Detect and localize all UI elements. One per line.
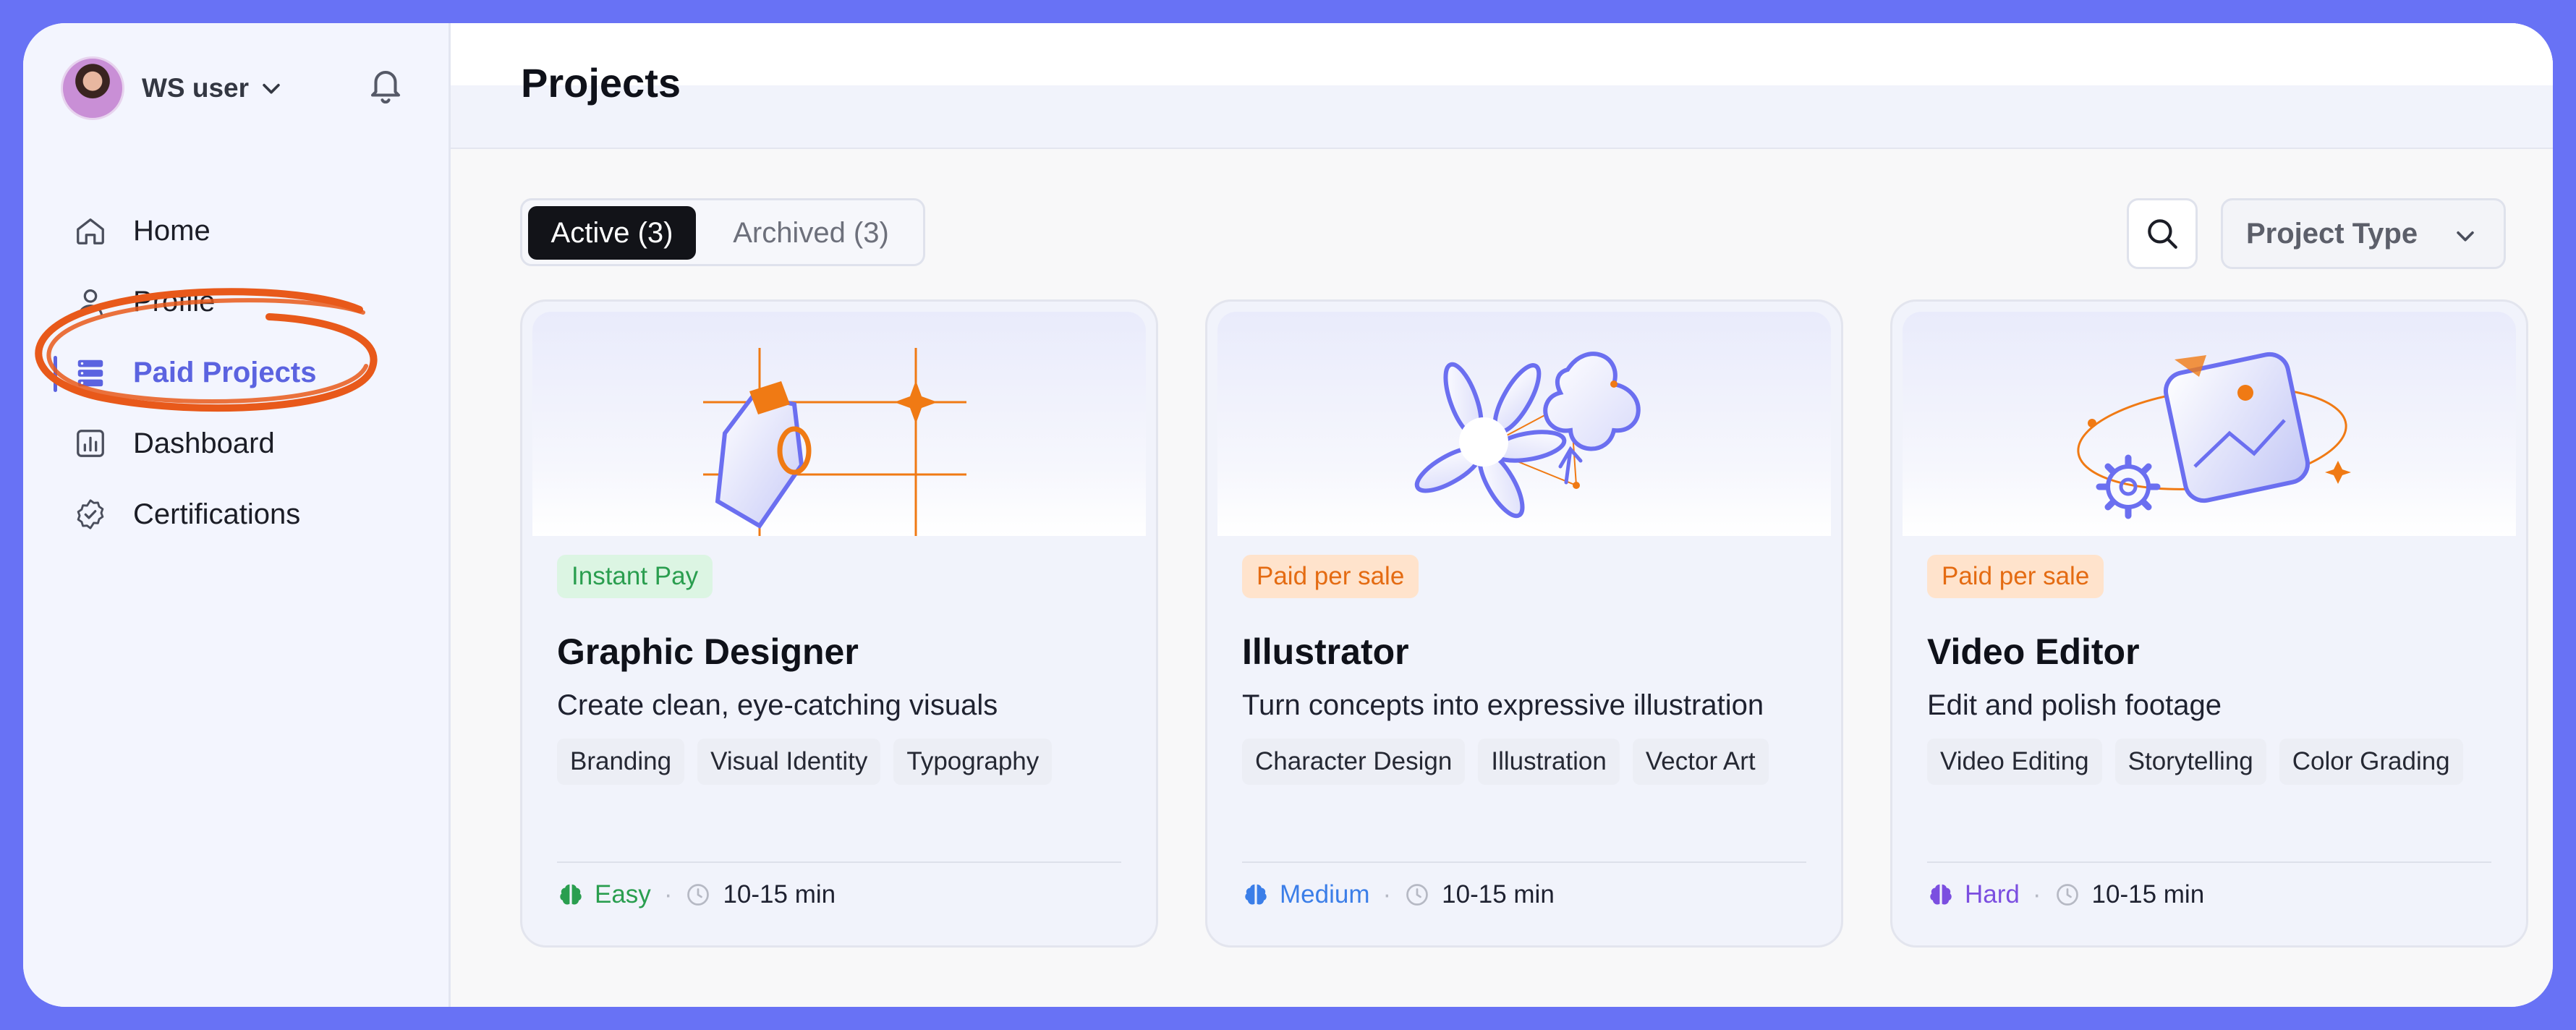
chevron-down-icon xyxy=(263,83,280,94)
project-card-graphic-designer[interactable]: Instant Pay Graphic Designer Create clea… xyxy=(520,299,1158,948)
difficulty-level: Easy xyxy=(595,880,651,908)
project-type-label: Project Type xyxy=(2246,217,2418,250)
card-meta: Easy · 10-15 min xyxy=(557,880,836,909)
divider xyxy=(1242,861,1806,863)
pay-badge: Instant Pay xyxy=(557,555,713,598)
search-button[interactable] xyxy=(2127,198,2198,269)
pen-tool-illustration xyxy=(703,348,966,536)
card-meta: Hard · 10-15 min xyxy=(1927,880,2204,909)
card-meta: Medium · 10-15 min xyxy=(1242,880,1555,909)
card-title: Video Editor xyxy=(1927,631,2140,672)
sidebar-item-label: Dashboard xyxy=(133,427,275,459)
sidebar-item-home[interactable]: Home xyxy=(72,195,316,266)
tag-chip: Branding xyxy=(557,739,685,785)
card-illustration xyxy=(532,312,1146,536)
chart-icon xyxy=(72,425,109,461)
badge-check-icon xyxy=(72,496,109,532)
card-description: Edit and polish footage xyxy=(1927,689,2222,721)
card-title: Graphic Designer xyxy=(557,631,859,672)
user-menu[interactable]: WS user xyxy=(61,56,284,120)
sidebar-item-paid-projects[interactable]: Paid Projects xyxy=(54,337,317,408)
sidebar-nav: Home Profile Paid Projects Dashboard Cer… xyxy=(54,195,317,550)
duration: 10-15 min xyxy=(2091,880,2205,908)
tag-list: Video Editing Storytelling Color Grading xyxy=(1927,739,2476,785)
status-tabs: Active (3) Archived (3) xyxy=(520,198,925,266)
page-title: Projects xyxy=(521,60,681,106)
image-gear-illustration xyxy=(2077,352,2351,519)
search-icon xyxy=(2148,219,2177,249)
brain-icon xyxy=(1930,884,1952,905)
tag-list: Character Design Illustration Vector Art xyxy=(1242,739,1782,785)
tag-list: Branding Visual Identity Typography xyxy=(557,739,1065,785)
card-title: Illustrator xyxy=(1242,631,1409,672)
difficulty-level: Hard xyxy=(1965,880,2020,908)
home-icon xyxy=(72,213,109,249)
brain-icon xyxy=(560,884,582,905)
sidebar-item-label: Certifications xyxy=(133,498,301,530)
tag-chip: Storytelling xyxy=(2114,739,2266,785)
card-illustration xyxy=(1217,312,1831,536)
active-indicator xyxy=(54,356,57,392)
duration: 10-15 min xyxy=(1442,880,1555,908)
bell-icon[interactable] xyxy=(366,64,405,107)
clock-icon xyxy=(2056,884,2078,906)
sidebar-item-certifications[interactable]: Certifications xyxy=(72,479,316,550)
tag-chip: Typography xyxy=(893,739,1053,785)
divider xyxy=(1927,861,2491,863)
clock-icon xyxy=(1406,884,1428,906)
project-card-illustrator[interactable]: Paid per sale Illustrator Turn concepts … xyxy=(1205,299,1843,948)
header-bar: Projects xyxy=(451,23,2553,149)
tag-chip: Visual Identity xyxy=(697,739,881,785)
sidebar-item-profile[interactable]: Profile xyxy=(72,266,316,337)
sidebar-item-label: Paid Projects xyxy=(133,356,317,388)
tag-chip: Color Grading xyxy=(2279,739,2463,785)
stack-icon xyxy=(72,354,109,391)
card-description: Turn concepts into expressive illustrati… xyxy=(1242,689,1764,721)
tag-chip: Character Design xyxy=(1242,739,1466,785)
sidebar-item-label: Profile xyxy=(133,285,216,318)
chevron-down-icon xyxy=(2457,231,2474,242)
user-name: WS user xyxy=(142,73,250,103)
pay-badge: Paid per sale xyxy=(1242,555,1419,598)
card-illustration xyxy=(1903,312,2516,536)
app-window: WS user Home Profile Paid Projects Dashb… xyxy=(23,23,2553,1007)
sidebar-item-dashboard[interactable]: Dashboard xyxy=(72,408,316,479)
main-content: Projects Active (3) Archived (3) Project… xyxy=(451,23,2553,1007)
difficulty-level: Medium xyxy=(1280,880,1370,908)
project-card-video-editor[interactable]: Paid per sale Video Editor Edit and poli… xyxy=(1890,299,2528,948)
project-type-select[interactable]: Project Type xyxy=(2221,198,2506,269)
pay-badge: Paid per sale xyxy=(1927,555,2104,598)
user-icon xyxy=(72,284,109,320)
sidebar: WS user Home Profile Paid Projects Dashb… xyxy=(23,23,451,1007)
tag-chip: Video Editing xyxy=(1927,739,2102,785)
tab-archived[interactable]: Archived (3) xyxy=(705,206,917,260)
duration: 10-15 min xyxy=(723,880,836,908)
flower-shapes-illustration xyxy=(1414,352,1641,519)
clock-icon xyxy=(687,884,710,906)
avatar xyxy=(61,56,124,120)
card-description: Create clean, eye-catching visuals xyxy=(557,689,998,721)
tab-active[interactable]: Active (3) xyxy=(528,206,696,260)
sidebar-item-label: Home xyxy=(133,214,211,247)
brain-icon xyxy=(1245,884,1267,905)
tag-chip: Illustration xyxy=(1478,739,1620,785)
tag-chip: Vector Art xyxy=(1632,739,1769,785)
divider xyxy=(557,861,1121,863)
